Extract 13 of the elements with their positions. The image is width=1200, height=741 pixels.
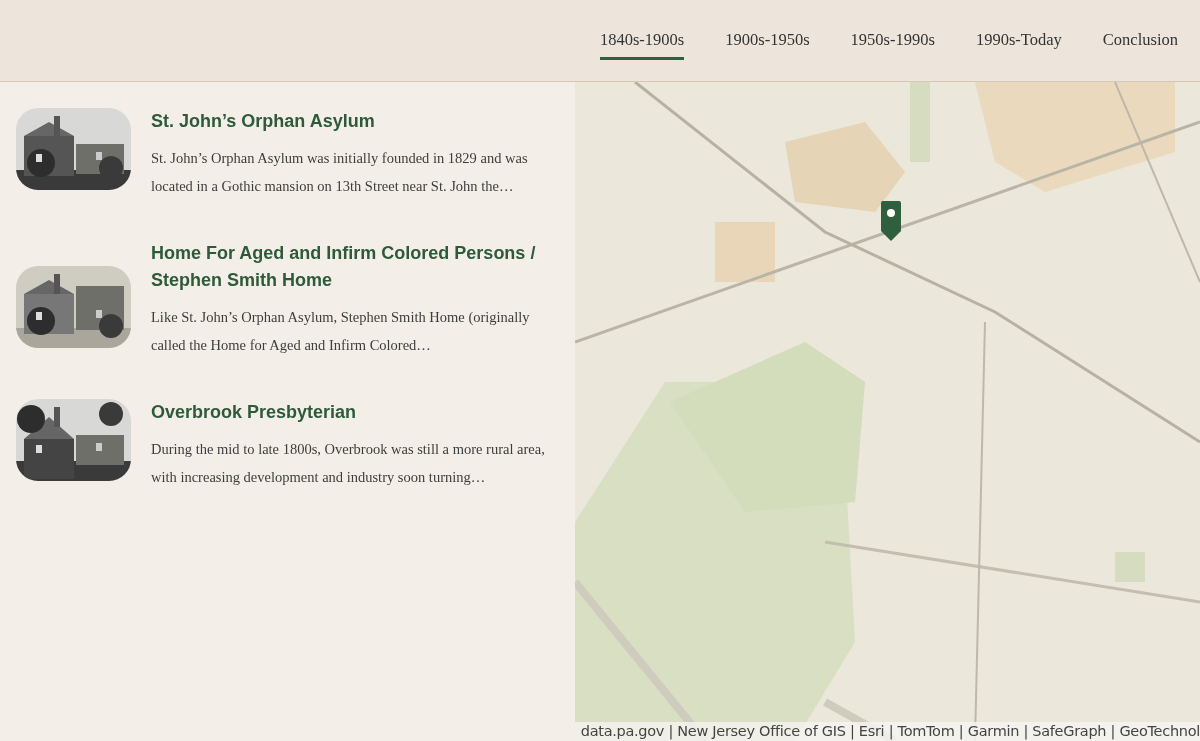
nav-tab[interactable]: 1900s-1950s [725, 30, 810, 60]
story-summary: Like St. John’s Orphan Asylum, Stephen Smith Home (originally called the Home for Aged and Infirm Colored… [151, 308, 531, 355]
nav-tab[interactable]: Conclusion [1102, 30, 1178, 60]
map-pin-icon[interactable] [880, 201, 902, 241]
story-summary: During the mid to late 1800s, Overbrook was still a more rural area, with increasing development and industry soon turning… [151, 440, 546, 487]
story-title[interactable]: Home For Aged and Infirm Colored Persons / Stephen Smith Home [151, 240, 551, 294]
story-title[interactable]: St. John’s Orphan Asylum [151, 108, 551, 135]
story-summary: St. John’s Orphan Asylum was initially founded in 1829 and was located in a Gothic mansion on 13th Street near St. John the… [151, 149, 529, 196]
story-title[interactable]: Overbrook Presbyterian [151, 399, 551, 426]
map-attribution: data.pa.gov | New Jersey Office of GIS | Esri | TomTom | Garmin | SafeGraph | GeoTechnol [580, 722, 1200, 741]
nav-tab[interactable]: 1990s-Today [975, 30, 1062, 60]
nav-tab[interactable]: 1840s-1900s [599, 30, 685, 60]
nav-tab[interactable]: 1950s-1990s [850, 30, 935, 60]
